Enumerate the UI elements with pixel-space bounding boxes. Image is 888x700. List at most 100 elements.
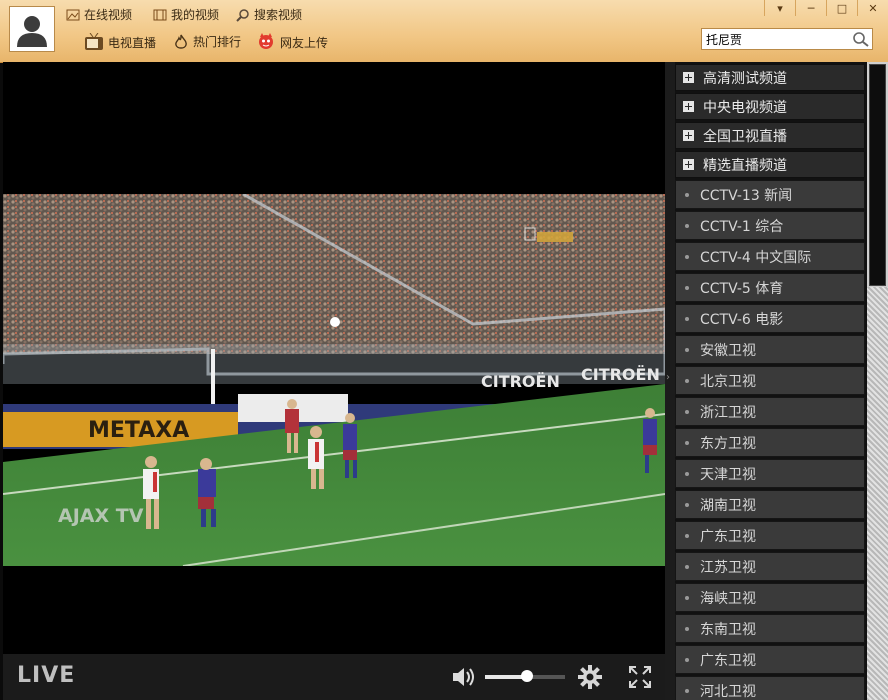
channel-list-scrollbar[interactable] bbox=[867, 62, 888, 700]
minimize-icon: ─ bbox=[807, 1, 815, 15]
user-avatar[interactable] bbox=[9, 6, 55, 52]
category-hd-test[interactable]: 高清测试频道 bbox=[675, 64, 865, 91]
scrollbar-track[interactable] bbox=[867, 287, 888, 700]
channel-label: 浙江卫视 bbox=[700, 404, 756, 421]
bullet-icon bbox=[685, 595, 689, 600]
bullet-icon bbox=[685, 657, 689, 662]
top-toolbar: 在线视频 我的视频 搜索视频 电视直播 热门排行 网友上传 ▾ ─ □ ✕ bbox=[0, 0, 888, 63]
bullet-icon bbox=[685, 502, 689, 507]
close-button[interactable]: ✕ bbox=[857, 0, 888, 16]
channel-label: 北京卫视 bbox=[700, 373, 756, 390]
volume-icon[interactable] bbox=[451, 666, 479, 688]
channel-item[interactable]: 河北卫视 bbox=[675, 676, 865, 700]
nav-online-video-label: 在线视频 bbox=[84, 8, 133, 22]
user-silhouette-icon bbox=[17, 16, 47, 47]
bullet-icon bbox=[685, 347, 689, 352]
search-box bbox=[701, 28, 873, 50]
chevron-right-icon: › bbox=[666, 372, 670, 383]
ad-board-citroen-1: CITROËN bbox=[481, 372, 560, 391]
channel-label: 安徽卫视 bbox=[700, 342, 756, 359]
bullet-icon bbox=[685, 409, 689, 414]
volume-slider[interactable] bbox=[485, 670, 565, 682]
bullet-icon bbox=[685, 192, 689, 197]
nav-my-video-label: 我的视频 bbox=[171, 8, 220, 22]
channel-item[interactable]: 东南卫视 bbox=[675, 614, 865, 643]
sidebar-collapse-handle[interactable]: › bbox=[665, 62, 675, 700]
channel-label: 天津卫视 bbox=[700, 466, 756, 483]
channel-label: CCTV-4 中文国际 bbox=[700, 249, 812, 266]
minimize-button[interactable]: ─ bbox=[795, 0, 826, 16]
fullscreen-icon[interactable] bbox=[628, 665, 652, 689]
bullet-icon bbox=[685, 223, 689, 228]
nav-tv-live-label: 电视直播 bbox=[108, 35, 157, 50]
channel-item[interactable]: 广东卫视 bbox=[675, 645, 865, 674]
channel-label: 江苏卫视 bbox=[700, 559, 756, 576]
nav-user-upload-label: 网友上传 bbox=[280, 35, 329, 50]
film-icon bbox=[153, 9, 167, 20]
bullet-icon bbox=[685, 471, 689, 476]
channel-item[interactable]: CCTV-1 综合 bbox=[675, 211, 865, 240]
nav-tv-live[interactable]: 电视直播 bbox=[84, 33, 156, 51]
close-icon: ✕ bbox=[868, 1, 878, 15]
channel-label: CCTV-5 体育 bbox=[700, 280, 784, 297]
channel-label: 河北卫视 bbox=[700, 683, 756, 700]
channel-label: 海峡卫视 bbox=[700, 590, 756, 607]
channel-watermark: AJAX TV bbox=[58, 505, 144, 527]
window-controls: ▾ ─ □ ✕ bbox=[764, 0, 888, 16]
bullet-icon bbox=[685, 688, 689, 693]
nav-online-video[interactable]: 在线视频 bbox=[66, 6, 132, 23]
video-frame[interactable]: METAXA CITROËN CITROËN AJAX TV bbox=[3, 194, 665, 566]
channel-item[interactable]: CCTV-13 新闻 bbox=[675, 180, 865, 209]
category-label: 中央电视频道 bbox=[703, 99, 787, 116]
search-icon[interactable] bbox=[852, 31, 870, 47]
football-match-frame: METAXA CITROËN CITROËN AJAX TV bbox=[3, 194, 665, 566]
nav-search-video[interactable]: 搜索视频 bbox=[236, 6, 302, 23]
channel-label: 湖南卫视 bbox=[700, 497, 756, 514]
channel-label: CCTV-6 电影 bbox=[700, 311, 784, 328]
gear-icon[interactable] bbox=[578, 665, 602, 689]
bullet-icon bbox=[685, 626, 689, 631]
magnifier-icon bbox=[236, 8, 249, 22]
category-satellite[interactable]: 全国卫视直播 bbox=[675, 122, 865, 149]
channel-item[interactable]: 北京卫视 bbox=[675, 366, 865, 395]
channel-list: 高清测试频道 中央电视频道 全国卫视直播 精选直播频道 CCTV-13 新闻 C… bbox=[675, 62, 867, 700]
ad-board-metaxa: METAXA bbox=[88, 418, 189, 443]
nav-hot-rank-label: 热门排行 bbox=[193, 35, 242, 49]
channel-item[interactable]: CCTV-4 中文国际 bbox=[675, 242, 865, 271]
nav-user-upload[interactable]: 网友上传 bbox=[256, 32, 328, 52]
channel-item[interactable]: CCTV-6 电影 bbox=[675, 304, 865, 333]
player-controls: LIVE bbox=[3, 654, 665, 700]
channel-item[interactable]: 天津卫视 bbox=[675, 459, 865, 488]
scrollbar-thumb[interactable] bbox=[869, 64, 886, 286]
category-featured[interactable]: 精选直播频道 bbox=[675, 151, 865, 178]
channel-label: 广东卫视 bbox=[700, 652, 756, 669]
bullet-icon bbox=[685, 564, 689, 569]
nav-search-video-label: 搜索视频 bbox=[254, 8, 303, 22]
channel-item[interactable]: 湖南卫视 bbox=[675, 490, 865, 519]
nav-my-video[interactable]: 我的视频 bbox=[153, 6, 219, 23]
category-label: 全国卫视直播 bbox=[703, 128, 787, 145]
channel-item[interactable]: 浙江卫视 bbox=[675, 397, 865, 426]
channel-item[interactable]: 东方卫视 bbox=[675, 428, 865, 457]
channel-item[interactable]: 安徽卫视 bbox=[675, 335, 865, 364]
bullet-icon bbox=[685, 254, 689, 259]
video-player[interactable]: METAXA CITROËN CITROËN AJAX TV bbox=[3, 62, 665, 654]
channel-item[interactable]: 广东卫视 bbox=[675, 521, 865, 550]
channel-label: CCTV-1 综合 bbox=[700, 218, 784, 235]
channel-item[interactable]: 江苏卫视 bbox=[675, 552, 865, 581]
nav-hot-rank[interactable]: 热门排行 bbox=[173, 33, 241, 50]
bullet-icon bbox=[685, 378, 689, 383]
channel-item[interactable]: 海峡卫视 bbox=[675, 583, 865, 612]
volume-knob[interactable] bbox=[520, 670, 533, 682]
category-cctv[interactable]: 中央电视频道 bbox=[675, 93, 865, 120]
bullet-icon bbox=[685, 440, 689, 445]
expand-icon bbox=[683, 72, 694, 83]
bullet-icon bbox=[685, 285, 689, 290]
channel-item[interactable]: CCTV-5 体育 bbox=[675, 273, 865, 302]
maximize-button[interactable]: □ bbox=[826, 0, 857, 16]
channel-label: CCTV-13 新闻 bbox=[700, 187, 793, 204]
channel-label: 东方卫视 bbox=[700, 435, 756, 452]
bullet-icon bbox=[685, 533, 689, 538]
search-input[interactable] bbox=[702, 29, 847, 49]
skin-menu-button[interactable]: ▾ bbox=[764, 0, 795, 16]
